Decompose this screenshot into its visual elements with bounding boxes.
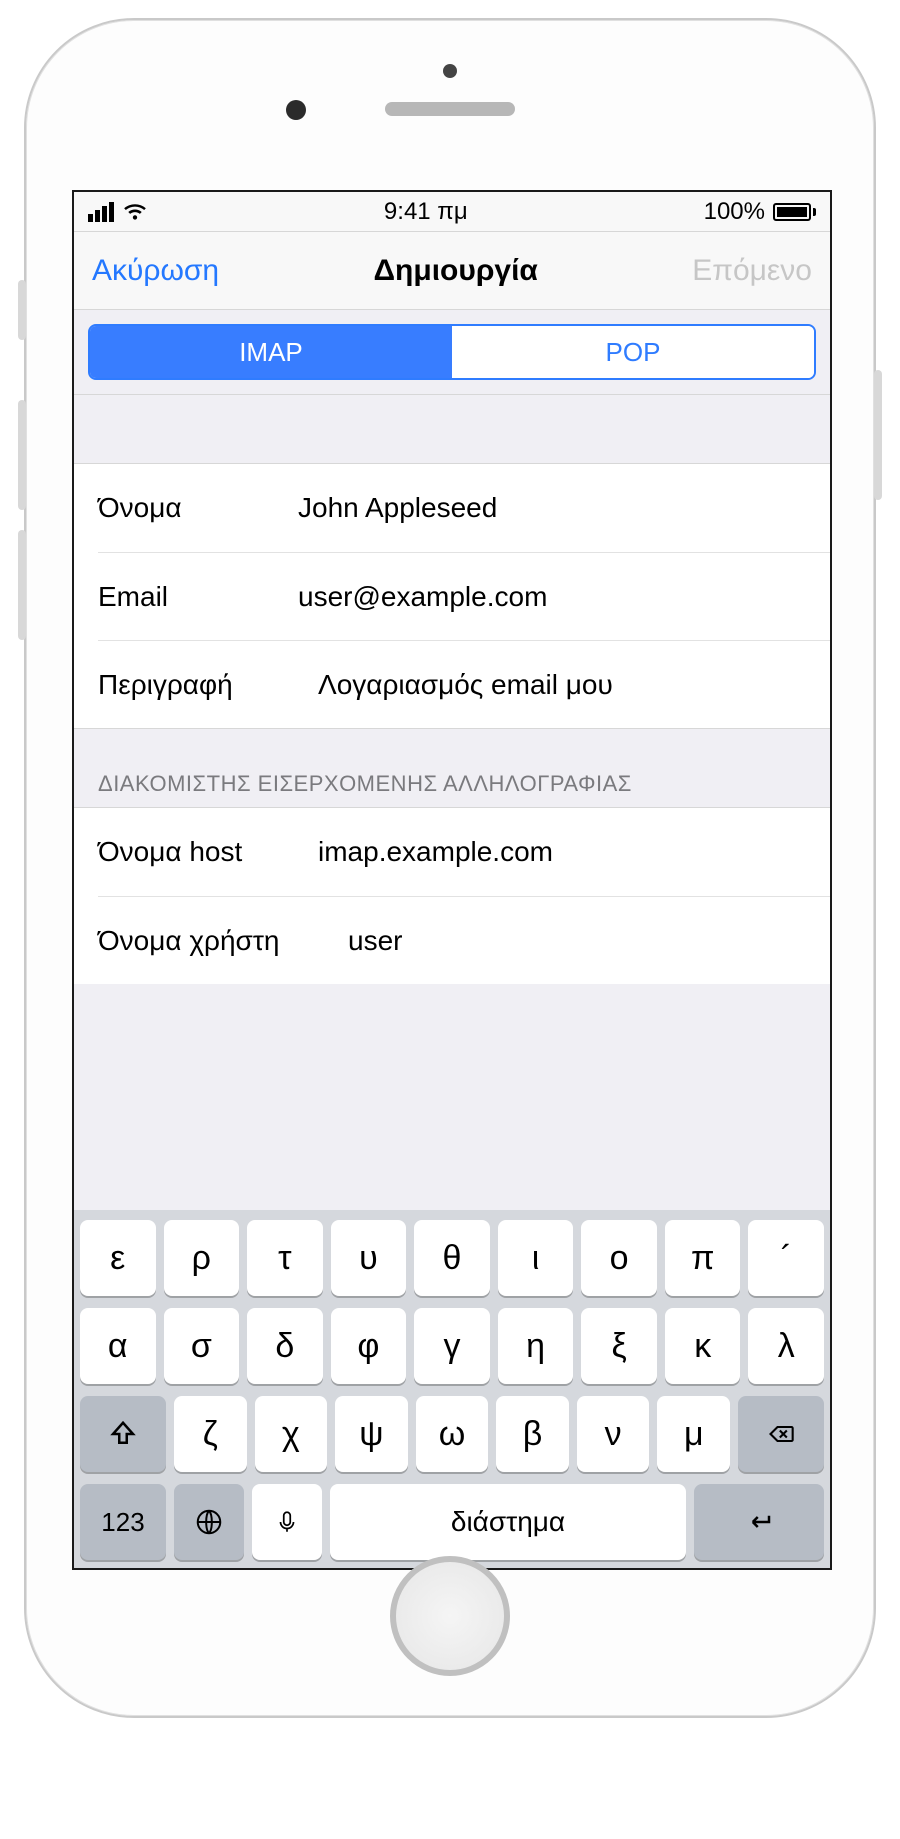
- host-field[interactable]: [318, 836, 806, 868]
- phone-frame: 9:41 πμ 100% Ακύρωση Δημιουργία Επόμενο …: [24, 18, 876, 1718]
- host-row[interactable]: Όνομα host: [74, 808, 830, 896]
- key-ω[interactable]: ω: [416, 1396, 489, 1472]
- volume-up-button: [18, 400, 26, 510]
- key-π[interactable]: π: [665, 1220, 741, 1296]
- next-button[interactable]: Επόμενο: [692, 254, 812, 288]
- key-β[interactable]: β: [496, 1396, 569, 1472]
- name-label: Όνομα: [98, 492, 298, 524]
- description-label: Περιγραφή: [98, 669, 318, 701]
- space-key[interactable]: διάστημα: [330, 1484, 686, 1560]
- incoming-server-group: Όνομα host Όνομα χρήστη: [74, 808, 830, 984]
- volume-down-button: [18, 530, 26, 640]
- return-key[interactable]: [694, 1484, 824, 1560]
- key-ζ[interactable]: ζ: [174, 1396, 247, 1472]
- shift-key[interactable]: [80, 1396, 166, 1472]
- numbers-key[interactable]: 123: [80, 1484, 166, 1560]
- key-ψ[interactable]: ψ: [335, 1396, 408, 1472]
- keyboard: ερτυθιοπ´ ασδφγηξκλ ζχψωβνμ 123 διάστημα: [74, 1210, 830, 1568]
- key-θ[interactable]: θ: [414, 1220, 490, 1296]
- globe-key[interactable]: [174, 1484, 244, 1560]
- key-σ[interactable]: σ: [164, 1308, 240, 1384]
- description-field[interactable]: [318, 669, 806, 701]
- page-title: Δημιουργία: [373, 254, 537, 288]
- key-γ[interactable]: γ: [414, 1308, 490, 1384]
- home-button[interactable]: [390, 1556, 510, 1676]
- name-field[interactable]: [298, 492, 806, 524]
- key-χ[interactable]: χ: [255, 1396, 328, 1472]
- name-row[interactable]: Όνομα: [74, 464, 830, 552]
- battery-percentage: 100%: [704, 198, 765, 226]
- key-ε[interactable]: ε: [80, 1220, 156, 1296]
- account-type-segmented: IMAP POP: [88, 324, 816, 380]
- status-bar: 9:41 πμ 100%: [74, 192, 830, 232]
- account-info-group: Όνομα Email Περιγραφή: [74, 464, 830, 728]
- host-label: Όνομα host: [98, 836, 318, 868]
- segment-imap[interactable]: IMAP: [90, 326, 452, 378]
- key-´[interactable]: ´: [748, 1220, 824, 1296]
- key-α[interactable]: α: [80, 1308, 156, 1384]
- key-η[interactable]: η: [498, 1308, 574, 1384]
- status-time: 9:41 πμ: [384, 198, 468, 226]
- key-τ[interactable]: τ: [247, 1220, 323, 1296]
- username-row[interactable]: Όνομα χρήστη: [98, 896, 830, 984]
- key-ξ[interactable]: ξ: [581, 1308, 657, 1384]
- wifi-icon: [122, 199, 148, 225]
- key-κ[interactable]: κ: [665, 1308, 741, 1384]
- username-label: Όνομα χρήστη: [98, 925, 348, 957]
- segmented-control-container: IMAP POP: [74, 310, 830, 394]
- description-row[interactable]: Περιγραφή: [98, 640, 830, 728]
- earpiece-speaker: [385, 102, 515, 116]
- backspace-key[interactable]: [738, 1396, 824, 1472]
- screen: 9:41 πμ 100% Ακύρωση Δημιουργία Επόμενο …: [72, 190, 832, 1570]
- email-row[interactable]: Email: [98, 552, 830, 640]
- dictation-key[interactable]: [252, 1484, 322, 1560]
- mute-switch: [18, 280, 26, 340]
- key-ι[interactable]: ι: [498, 1220, 574, 1296]
- proximity-sensor: [443, 64, 457, 78]
- section-gap: [74, 394, 830, 464]
- battery-icon: [773, 203, 816, 221]
- username-field[interactable]: [348, 925, 806, 957]
- email-label: Email: [98, 581, 298, 613]
- navigation-bar: Ακύρωση Δημιουργία Επόμενο: [74, 232, 830, 310]
- key-ο[interactable]: ο: [581, 1220, 657, 1296]
- key-μ[interactable]: μ: [657, 1396, 730, 1472]
- power-button: [874, 370, 882, 500]
- cellular-signal-icon: [88, 202, 114, 222]
- key-ρ[interactable]: ρ: [164, 1220, 240, 1296]
- cancel-button[interactable]: Ακύρωση: [92, 254, 219, 288]
- key-φ[interactable]: φ: [331, 1308, 407, 1384]
- key-υ[interactable]: υ: [331, 1220, 407, 1296]
- front-camera: [286, 100, 306, 120]
- key-δ[interactable]: δ: [247, 1308, 323, 1384]
- email-field[interactable]: [298, 581, 806, 613]
- segment-pop[interactable]: POP: [452, 326, 814, 378]
- key-ν[interactable]: ν: [577, 1396, 650, 1472]
- key-λ[interactable]: λ: [748, 1308, 824, 1384]
- incoming-server-header: ΔΙΑΚΟΜΙΣΤΗΣ ΕΙΣΕΡΧΟΜΕΝΗΣ ΑΛΛΗΛΟΓΡΑΦΙΑΣ: [74, 728, 830, 808]
